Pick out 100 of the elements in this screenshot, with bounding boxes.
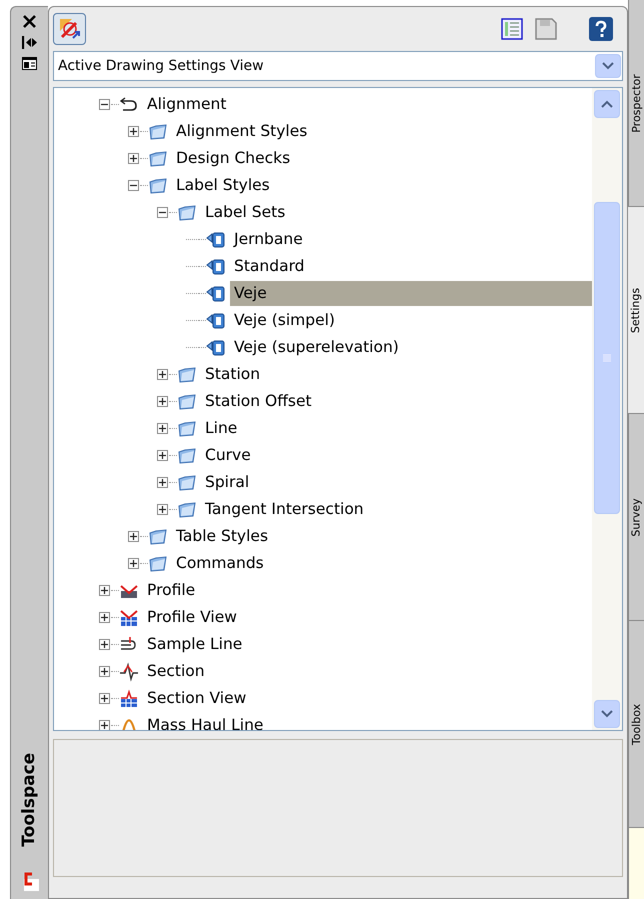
- list-view-icon[interactable]: [501, 18, 523, 40]
- plus-icon: [159, 479, 166, 486]
- expand-toggle[interactable]: [157, 396, 168, 407]
- plus-icon: [159, 452, 166, 459]
- collapse-toggle[interactable]: [128, 180, 139, 191]
- scroll-up-button[interactable]: [594, 90, 620, 118]
- collapse-toggle[interactable]: [99, 99, 110, 110]
- collapse-toggle[interactable]: [157, 207, 168, 218]
- tree-item[interactable]: Veje: [230, 281, 592, 306]
- plus-icon: [101, 587, 108, 594]
- chevron-down-icon: [601, 710, 613, 718]
- tree-item[interactable]: Veje (simpel): [230, 308, 335, 333]
- plus-icon: [101, 695, 108, 702]
- tree-item[interactable]: Design Checks: [172, 146, 290, 171]
- folder-icon: [148, 148, 168, 168]
- minus-icon: [101, 101, 108, 108]
- auto-hide-icon[interactable]: [22, 36, 38, 49]
- help-icon[interactable]: [589, 17, 613, 41]
- chevron-up-icon: [601, 100, 613, 108]
- expand-toggle[interactable]: [157, 369, 168, 380]
- expand-toggle[interactable]: [128, 531, 139, 542]
- plus-icon: [159, 506, 166, 513]
- folder-icon: [177, 446, 197, 466]
- style-icon: [206, 310, 226, 330]
- style-icon: [206, 230, 226, 250]
- expand-toggle[interactable]: [99, 693, 110, 704]
- close-icon[interactable]: [23, 15, 36, 28]
- tree-item[interactable]: Commands: [172, 551, 264, 576]
- expand-toggle[interactable]: [128, 126, 139, 137]
- expand-toggle[interactable]: [157, 423, 168, 434]
- expand-toggle[interactable]: [99, 585, 110, 596]
- mass-haul-icon: [122, 718, 136, 730]
- expand-toggle[interactable]: [128, 153, 139, 164]
- tree-item[interactable]: Table Styles: [172, 524, 268, 549]
- plus-icon: [159, 425, 166, 432]
- tree-item[interactable]: Standard: [230, 254, 305, 279]
- scrollbar[interactable]: [592, 88, 622, 730]
- pencil-settings-icon: [58, 17, 82, 41]
- side-tab[interactable]: Settings: [628, 207, 644, 414]
- tree-item[interactable]: Station: [201, 362, 260, 387]
- tree-item[interactable]: Sample Line: [143, 632, 242, 657]
- folder-icon: [148, 176, 168, 196]
- tree-item[interactable]: Line: [201, 416, 238, 441]
- plus-icon: [101, 641, 108, 648]
- side-tab[interactable]: Prospector: [628, 0, 644, 207]
- folder-icon: [177, 418, 197, 438]
- plus-icon: [130, 560, 137, 567]
- folder-icon: [177, 500, 197, 520]
- section-view-icon: [119, 688, 139, 708]
- tree-item[interactable]: Section: [143, 659, 205, 684]
- edit-settings-button[interactable]: [53, 13, 86, 45]
- tree-item[interactable]: Label Styles: [172, 173, 270, 198]
- tree-item[interactable]: Alignment: [143, 92, 226, 117]
- expand-toggle[interactable]: [157, 504, 168, 515]
- minus-icon: [159, 209, 166, 216]
- tree-item[interactable]: Profile View: [143, 605, 237, 630]
- tree-item[interactable]: Tangent Intersection: [201, 497, 364, 522]
- save-icon[interactable]: [535, 18, 557, 40]
- tree-item[interactable]: Label Sets: [201, 200, 286, 225]
- folder-icon: [148, 554, 168, 574]
- expand-toggle[interactable]: [99, 612, 110, 623]
- plus-icon: [130, 128, 137, 135]
- profile-view-icon: [119, 608, 139, 628]
- expand-toggle[interactable]: [99, 639, 110, 650]
- scroll-thumb[interactable]: [594, 202, 620, 514]
- plus-icon: [159, 398, 166, 405]
- folder-icon: [177, 392, 197, 412]
- tree-item[interactable]: Profile: [143, 578, 196, 603]
- side-tab[interactable]: Toolbox: [628, 621, 644, 828]
- expand-toggle[interactable]: [157, 450, 168, 461]
- tree-item[interactable]: Station Offset: [201, 389, 312, 414]
- style-icon: [206, 256, 226, 276]
- chevron-down-icon: [602, 62, 614, 70]
- tree-item[interactable]: Mass Haul Line: [143, 713, 264, 730]
- folder-icon: [148, 122, 168, 142]
- tree-item[interactable]: Jernbane: [230, 227, 303, 252]
- toolspace-title: Toolspace: [18, 753, 40, 847]
- properties-icon[interactable]: [22, 57, 37, 70]
- tree-item[interactable]: Section View: [143, 686, 246, 711]
- dropdown-button[interactable]: [595, 54, 621, 78]
- minus-icon: [130, 182, 137, 189]
- side-tab[interactable]: Survey: [628, 414, 644, 621]
- expand-toggle[interactable]: [157, 477, 168, 488]
- plus-icon: [101, 614, 108, 621]
- scroll-down-button[interactable]: [594, 700, 620, 728]
- plus-icon: [130, 533, 137, 540]
- plus-icon: [101, 668, 108, 675]
- style-icon: [206, 284, 226, 304]
- tree-item[interactable]: Alignment Styles: [172, 119, 308, 144]
- view-select-value: Active Drawing Settings View: [58, 56, 265, 76]
- style-icon: [206, 338, 226, 358]
- expand-toggle[interactable]: [99, 666, 110, 677]
- tree-item[interactable]: Curve: [201, 443, 251, 468]
- expand-toggle[interactable]: [128, 558, 139, 569]
- tree-item[interactable]: Veje (superelevation): [230, 335, 399, 360]
- view-select[interactable]: Active Drawing Settings View: [53, 51, 623, 81]
- plus-icon: [130, 155, 137, 162]
- tree-item[interactable]: Spiral: [201, 470, 250, 495]
- plus-icon: [159, 371, 166, 378]
- expand-toggle[interactable]: [99, 720, 110, 730]
